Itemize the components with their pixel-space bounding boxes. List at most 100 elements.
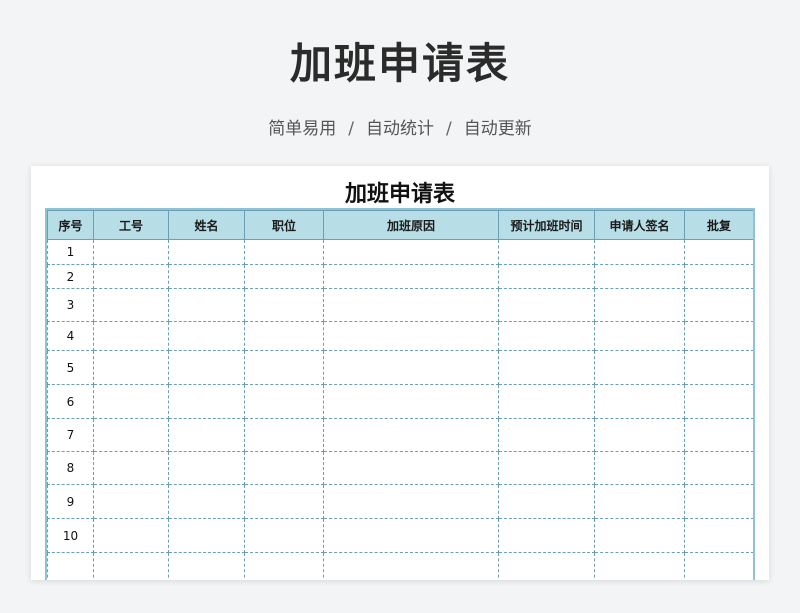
row-index-cell[interactable]: 9 — [47, 484, 94, 519]
table-cell[interactable] — [168, 239, 245, 265]
table-cell[interactable] — [323, 518, 499, 553]
row-index-cell[interactable]: 1 — [47, 239, 94, 265]
table-cell[interactable] — [684, 484, 753, 519]
table-cell[interactable] — [498, 484, 595, 519]
page-title: 加班申请表 — [289, 39, 510, 88]
table-cell[interactable] — [594, 451, 685, 485]
table-cell[interactable] — [323, 321, 499, 351]
table-cell[interactable] — [93, 350, 169, 385]
row-index-cell[interactable]: 7 — [47, 418, 94, 452]
table-cell[interactable] — [244, 239, 324, 265]
table-cell[interactable] — [93, 384, 169, 419]
table-cell[interactable] — [244, 518, 324, 553]
table-cell[interactable] — [594, 384, 685, 419]
table-cell[interactable] — [684, 418, 753, 452]
table-cell[interactable] — [594, 321, 685, 351]
table-cell[interactable] — [594, 264, 685, 289]
table-cell[interactable] — [684, 518, 753, 553]
feature-auto-update: 自动更新 — [463, 119, 532, 139]
table-cell[interactable] — [684, 321, 753, 351]
table-cell[interactable] — [168, 484, 245, 519]
table-cell[interactable] — [323, 288, 499, 322]
row-index-cell[interactable]: 6 — [47, 384, 94, 419]
table-cell[interactable] — [594, 552, 685, 580]
row-index-cell[interactable]: 3 — [47, 288, 94, 322]
table-cell[interactable] — [323, 451, 499, 485]
table-cell[interactable] — [244, 321, 324, 351]
table-cell[interactable] — [244, 451, 324, 485]
table-cell[interactable] — [594, 239, 685, 265]
table-cell[interactable] — [244, 264, 324, 289]
table-cell[interactable] — [244, 552, 324, 580]
table-row: 8 — [47, 451, 753, 485]
table-cell[interactable] — [594, 418, 685, 452]
table-cell[interactable] — [244, 350, 324, 385]
table-cell[interactable] — [323, 239, 499, 265]
table-cell[interactable] — [684, 552, 753, 580]
table-cell[interactable] — [168, 321, 245, 351]
table-row: 6 — [47, 384, 753, 419]
col-header-signature: 申请人签名 — [594, 210, 685, 240]
table-cell[interactable] — [684, 239, 753, 265]
table-cell[interactable] — [93, 451, 169, 485]
table-cell[interactable] — [323, 552, 499, 580]
header-row: 序号 工号 姓名 职位 加班原因 预计加班时间 申请人签名 批复 — [47, 210, 753, 240]
table-cell[interactable] — [323, 264, 499, 289]
table-cell[interactable] — [684, 451, 753, 485]
table-cell[interactable] — [93, 288, 169, 322]
table-cell[interactable] — [93, 418, 169, 452]
row-index-cell[interactable]: 8 — [47, 451, 94, 485]
table-cell[interactable] — [323, 418, 499, 452]
table-cell[interactable] — [684, 350, 753, 385]
table-cell[interactable] — [594, 350, 685, 385]
table-cell[interactable] — [684, 264, 753, 289]
table-cell[interactable] — [168, 350, 245, 385]
table-cell[interactable] — [93, 239, 169, 265]
table-cell[interactable] — [684, 288, 753, 322]
table-cell[interactable] — [168, 518, 245, 553]
table-cell[interactable] — [498, 384, 595, 419]
table-cell[interactable] — [498, 451, 595, 485]
row-index-cell[interactable]: 10 — [47, 518, 94, 553]
table-cell[interactable] — [244, 384, 324, 419]
table-cell[interactable] — [244, 288, 324, 322]
table-cell[interactable] — [168, 288, 245, 322]
table-cell[interactable] — [93, 552, 169, 580]
table-cell[interactable] — [594, 288, 685, 322]
table-cell[interactable] — [498, 418, 595, 452]
table-cell[interactable] — [594, 484, 685, 519]
col-header-approval: 批复 — [684, 210, 753, 240]
table-cell[interactable] — [168, 418, 245, 452]
table-cell[interactable] — [93, 484, 169, 519]
separator: / — [446, 119, 452, 139]
table-cell[interactable] — [498, 239, 595, 265]
row-index-cell[interactable]: 4 — [47, 321, 94, 351]
table-cell[interactable] — [168, 384, 245, 419]
table-cell[interactable] — [323, 384, 499, 419]
table-cell[interactable] — [93, 321, 169, 351]
col-header-index: 序号 — [47, 210, 94, 240]
row-index-cell[interactable] — [47, 552, 94, 580]
table-cell[interactable] — [498, 350, 595, 385]
table-cell[interactable] — [93, 264, 169, 289]
table-cell[interactable] — [323, 350, 499, 385]
overtime-table: 序号 工号 姓名 职位 加班原因 预计加班时间 申请人签名 批复 1234567… — [47, 210, 753, 580]
table-cell[interactable] — [498, 288, 595, 322]
table-cell[interactable] — [244, 484, 324, 519]
table-cell[interactable] — [498, 264, 595, 289]
table-cell[interactable] — [684, 384, 753, 419]
table-cell[interactable] — [93, 518, 169, 553]
table-cell[interactable] — [323, 484, 499, 519]
table-row: 5 — [47, 350, 753, 385]
table-cell[interactable] — [498, 321, 595, 351]
feature-easy: 简单易用 — [268, 119, 337, 139]
table-cell[interactable] — [168, 264, 245, 289]
row-index-cell[interactable]: 5 — [47, 350, 94, 385]
table-cell[interactable] — [168, 451, 245, 485]
table-cell[interactable] — [498, 552, 595, 580]
row-index-cell[interactable]: 2 — [47, 264, 94, 289]
table-cell[interactable] — [168, 552, 245, 580]
table-cell[interactable] — [244, 418, 324, 452]
table-cell[interactable] — [594, 518, 685, 553]
table-cell[interactable] — [498, 518, 595, 553]
